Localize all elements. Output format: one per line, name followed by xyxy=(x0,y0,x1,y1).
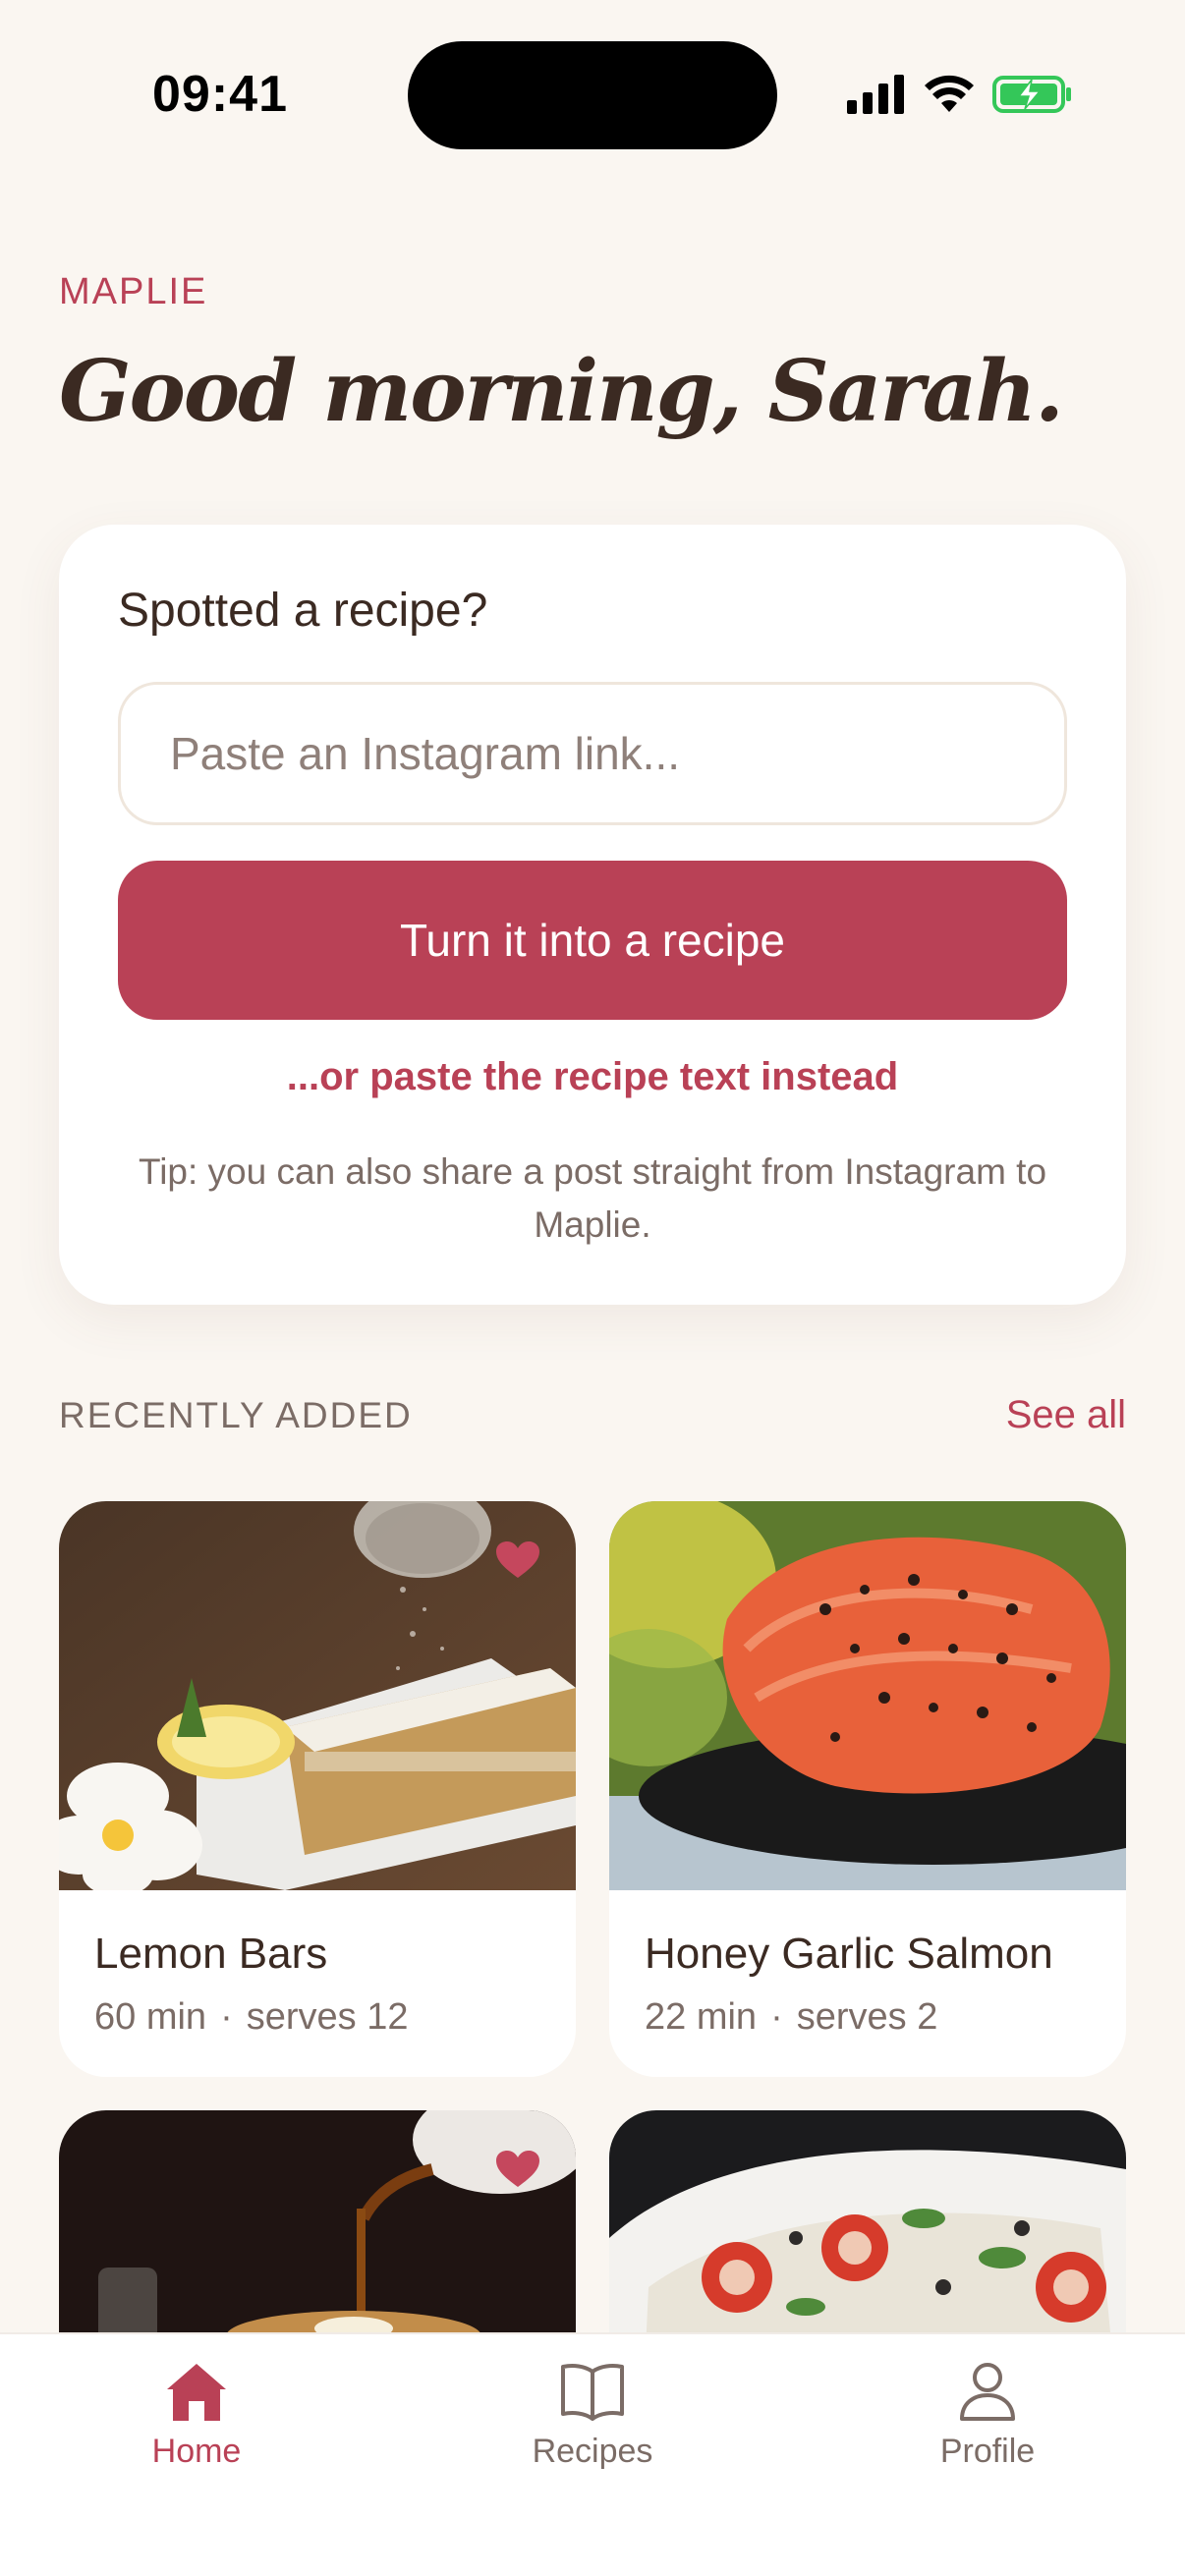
recipe-time: 22 min xyxy=(645,1996,758,2038)
recipe-servings: serves 12 xyxy=(246,1996,409,2038)
battery-charging-icon xyxy=(992,76,1071,113)
favorite-heart-icon[interactable] xyxy=(495,1540,540,1580)
status-time: 09:41 xyxy=(152,66,288,123)
recipe-meta: 60 min · serves 12 xyxy=(94,1996,408,2039)
tab-label: Home xyxy=(151,2433,242,2470)
see-all-link[interactable]: See all xyxy=(1006,1393,1126,1437)
tab-home[interactable]: Home xyxy=(79,2362,314,2471)
recipe-name: Honey Garlic Salmon xyxy=(645,1930,1053,1978)
recipe-name: Lemon Bars xyxy=(94,1930,328,1978)
recipe-time: 60 min xyxy=(94,1996,207,2038)
status-icons xyxy=(847,73,1073,116)
share-tip-text: Tip: you can also share a post straight … xyxy=(138,1151,1047,1245)
cellular-signal-icon xyxy=(847,75,904,114)
recipe-card-honey-garlic-salmon[interactable]: Honey Garlic Salmon 22 min · serves 2 xyxy=(609,1501,1126,2077)
tab-profile[interactable]: Profile xyxy=(870,2362,1105,2471)
recently-added-heading: RECENTLY ADDED xyxy=(59,1395,413,1435)
brand-label: MAPLIE xyxy=(59,271,208,312)
meta-separator: · xyxy=(770,1996,783,2038)
recipe-servings: serves 2 xyxy=(796,1996,938,2038)
person-icon xyxy=(960,2363,1015,2421)
recipe-card-lemon-bars[interactable]: Lemon Bars 60 min · serves 12 xyxy=(59,1501,576,2077)
status-bar: 09:41 xyxy=(0,0,1185,187)
instagram-link-input[interactable] xyxy=(118,682,1067,825)
recipe-meta: 22 min · serves 2 xyxy=(645,1996,937,2039)
tab-label: Profile xyxy=(939,2433,1036,2470)
bottom-tab-bar: Home Recipes Profile xyxy=(0,2332,1185,2576)
wifi-icon xyxy=(925,75,974,112)
import-card-title: Spotted a recipe? xyxy=(118,585,488,637)
tab-label: Recipes xyxy=(532,2433,653,2470)
dynamic-island xyxy=(408,41,777,149)
recipe-photo xyxy=(609,1501,1126,1890)
turn-into-recipe-button[interactable]: Turn it into a recipe xyxy=(118,861,1067,1020)
favorite-heart-icon[interactable] xyxy=(495,2150,540,2189)
meta-separator: · xyxy=(220,1996,233,2038)
home-icon xyxy=(167,2364,226,2421)
paste-recipe-text-link[interactable]: ...or paste the recipe text instead xyxy=(59,1055,1126,1099)
greeting-heading: Good morning, Sarah. xyxy=(59,342,1064,441)
recipe-import-card: Spotted a recipe? Turn it into a recipe … xyxy=(59,525,1126,1305)
tab-recipes[interactable]: Recipes xyxy=(475,2362,710,2471)
book-icon xyxy=(561,2364,624,2421)
